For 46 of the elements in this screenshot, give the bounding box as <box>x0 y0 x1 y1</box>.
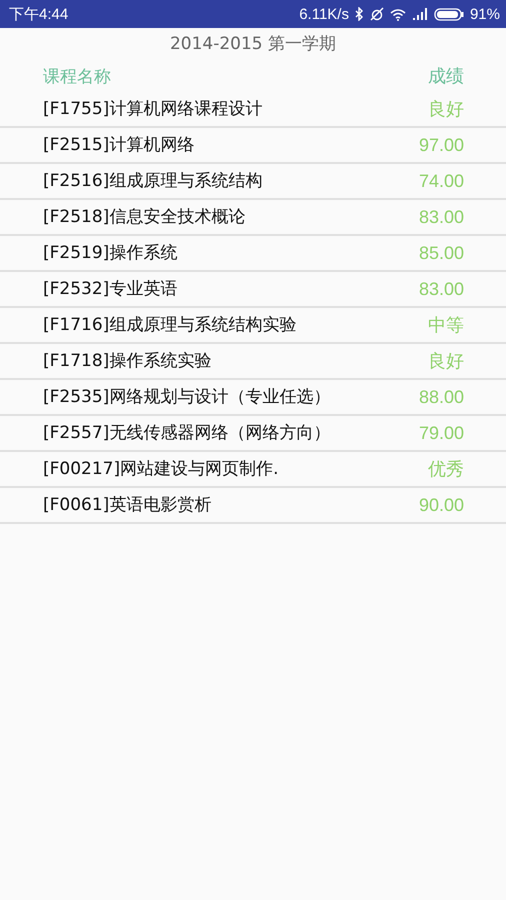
course-grade: 74.00 <box>418 170 464 193</box>
term-title: 2014-2015 第一学期 <box>168 33 338 56</box>
course-row[interactable]: [F2532]专业英语 83.00 <box>0 272 506 308</box>
course-row[interactable]: [F1755]计算机网络课程设计 良好 <box>0 92 506 128</box>
course-grade: 88.00 <box>418 386 464 409</box>
course-grade: 85.00 <box>418 242 464 265</box>
course-name: [F2532]专业英语 <box>43 278 178 301</box>
course-grade: 优秀 <box>428 458 464 481</box>
network-speed: 6.11K/s <box>299 6 349 22</box>
course-grade: 79.00 <box>418 422 464 445</box>
course-name: [F2557]无线传感器网络（网络方向） <box>43 422 332 445</box>
course-row[interactable]: [F2518]信息安全技术概论 83.00 <box>0 200 506 236</box>
course-row[interactable]: [F2535]网络规划与设计（专业任选） 88.00 <box>0 380 506 416</box>
signal-icon <box>412 8 428 20</box>
course-grade: 中等 <box>428 314 464 337</box>
course-row[interactable]: [F00217]网站建设与网页制作. 优秀 <box>0 452 506 488</box>
wifi-icon <box>390 8 406 20</box>
course-grade: 90.00 <box>418 494 464 517</box>
course-row[interactable]: [F1716]组成原理与系统结构实验 中等 <box>0 308 506 344</box>
course-name: [F2515]计算机网络 <box>43 134 196 157</box>
course-row[interactable]: [F2557]无线传感器网络（网络方向） 79.00 <box>0 416 506 452</box>
course-grade: 83.00 <box>418 278 464 301</box>
course-name: [F2535]网络规划与设计（专业任选） <box>43 386 332 409</box>
column-header: 课程名称 <box>43 66 112 89</box>
bluetooth-icon <box>354 7 364 21</box>
course-grade: 97.00 <box>418 134 464 157</box>
course-row[interactable]: [F2516]组成原理与系统结构 74.00 <box>0 164 506 200</box>
course-name: [F1755]计算机网络课程设计 <box>43 98 264 121</box>
course-row[interactable]: [F1718]操作系统实验 良好 <box>0 344 506 380</box>
course-name: [F1716]组成原理与系统结构实验 <box>43 314 298 337</box>
course-grade: 83.00 <box>418 206 464 229</box>
course-name: [F2516]组成原理与系统结构 <box>43 170 264 193</box>
column-header: 成绩 <box>428 65 464 89</box>
status-time: 下午4:44 <box>9 4 68 24</box>
course-grade: 良好 <box>428 98 464 121</box>
battery-icon <box>434 8 464 20</box>
course-grade: 良好 <box>428 350 464 373</box>
course-name: [F00217]网站建设与网页制作. <box>43 458 280 481</box>
course-row[interactable]: [F2515]计算机网络 97.00 <box>0 128 506 164</box>
battery-percent: 91% <box>470 6 500 22</box>
course-name: [F1718]操作系统实验 <box>43 350 212 373</box>
course-name: [F0061]英语电影赏析 <box>43 494 212 517</box>
course-name: [F2518]信息安全技术概论 <box>43 206 246 229</box>
course-name: [F2519]操作系统 <box>43 242 178 265</box>
course-row[interactable]: [F0061]英语电影赏析 90.00 <box>0 488 506 524</box>
course-row[interactable]: [F2519]操作系统 85.00 <box>0 236 506 272</box>
